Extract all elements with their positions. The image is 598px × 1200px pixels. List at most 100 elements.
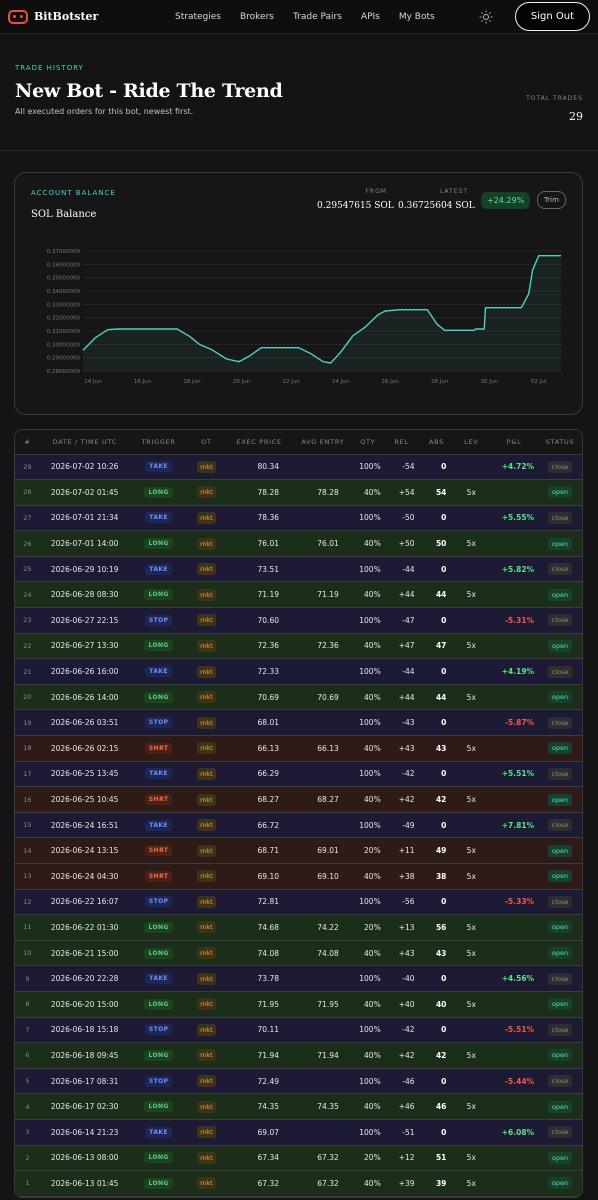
table-row[interactable]: 24 2026-06-28 08:30 LONG mkt 71.19 71.19 40% +4… (15, 581, 582, 609)
cell-trigger: LONG (129, 914, 188, 941)
cell-abs: 44 (420, 684, 453, 711)
x-tick-label: 30 Jun (481, 379, 499, 385)
table-row[interactable]: 11 2026-06-22 01:30 LONG mkt 74.68 74.22 20% +1… (15, 914, 582, 941)
cell-avg-entry: 66.13 (293, 735, 353, 762)
cell-lev (452, 454, 491, 481)
cell-exec-price: 70.11 (225, 1017, 293, 1044)
cell-status: open (538, 940, 582, 967)
table-row[interactable]: 23 2026-06-27 22:15 STOP mkt 70.60 100% -47 0 -5… (15, 607, 582, 634)
cell-avg-entry: 78.28 (293, 479, 353, 506)
cell-num: 12 (15, 889, 40, 916)
brand-logo[interactable]: BitBotster (8, 9, 148, 24)
nav-link-strategies[interactable]: Strategies (175, 12, 221, 22)
col-date: DATE / TIME UTC (39, 430, 130, 455)
status-badge: open (547, 1177, 573, 1190)
cell-trigger: LONG (129, 479, 188, 506)
table-row[interactable]: 21 2026-06-26 16:00 TAKE mkt 72.33 100% -44 0 +4… (15, 658, 582, 685)
x-tick-label: 28 Jun (431, 379, 449, 385)
cell-status: close (538, 607, 582, 634)
order-type-badge: mkt (197, 844, 216, 857)
cell-rel: -43 (382, 709, 421, 737)
cell-trigger: SHRT (129, 837, 188, 864)
cell-lev (452, 965, 491, 992)
table-row[interactable]: 18 2026-06-26 02:15 SHRT mkt 66.13 66.13 40% +4… (15, 735, 582, 762)
trigger-badge: LONG (144, 1049, 173, 1061)
order-type-badge: mkt (197, 947, 216, 960)
cell-num: 15 (15, 812, 40, 839)
table-row[interactable]: 10 2026-06-21 15:00 LONG mkt 74.08 74.08 40% +4… (15, 940, 582, 967)
table-row[interactable]: 22 2026-06-27 13:30 LONG mkt 72.36 72.36 40% +4… (15, 633, 582, 660)
cell-date: 2026-06-13 08:00 (39, 1145, 130, 1172)
nav-link-apis[interactable]: APIs (361, 12, 380, 22)
cell-pnl (490, 1170, 539, 1197)
cell-status: open (538, 1145, 582, 1172)
cell-num: 26 (15, 530, 40, 557)
trigger-badge: LONG (144, 691, 173, 703)
cell-lev (452, 556, 491, 583)
cell-qty: 20% (352, 837, 383, 864)
cell-rel: +44 (382, 684, 421, 711)
table-row[interactable]: 20 2026-06-26 14:00 LONG mkt 70.69 70.69 40% +4… (15, 684, 582, 711)
table-row[interactable]: 19 2026-06-26 03:51 STOP mkt 68.01 100% -43 0 -5… (15, 709, 582, 737)
cell-date: 2026-06-21 15:00 (39, 940, 130, 967)
cell-date: 2026-06-17 02:30 (39, 1093, 130, 1120)
nav-link-brokers[interactable]: Brokers (240, 12, 274, 22)
cell-rel: -47 (382, 607, 421, 634)
cell-exec-price: 67.32 (225, 1170, 293, 1197)
page-title: New Bot - Ride The Trend (15, 80, 283, 102)
cell-date: 2026-06-26 14:00 (39, 684, 130, 711)
table-row[interactable]: 16 2026-06-25 10:45 SHRT mkt 68.27 68.27 40% +4… (15, 786, 582, 813)
table-row[interactable]: 2 2026-06-13 08:00 LONG mkt 67.34 67.32 20% +12… (15, 1145, 582, 1172)
table-row[interactable]: 25 2026-06-29 10:19 TAKE mkt 73.51 100% -44 0 +5… (15, 556, 582, 583)
sign-out-button[interactable]: Sign Out (514, 2, 590, 31)
cell-date: 2026-06-18 15:18 (39, 1017, 130, 1044)
cell-rel: -50 (382, 505, 421, 532)
table-row[interactable]: 4 2026-06-17 02:30 LONG mkt 74.35 74.35 40% +46… (15, 1093, 582, 1120)
trigger-badge: LONG (144, 538, 173, 550)
table-row[interactable]: 6 2026-06-18 09:45 LONG mkt 71.94 71.94 40% +42… (15, 1042, 582, 1069)
order-type-badge: mkt (197, 563, 216, 576)
table-row[interactable]: 13 2026-06-24 04:30 SHRT mkt 69.10 69.10 40% +3… (15, 863, 582, 890)
cell-num: 17 (15, 761, 40, 788)
table-row[interactable]: 26 2026-07-01 14:00 LONG mkt 76.01 76.01 40% +5… (15, 530, 582, 557)
cell-status: open (538, 786, 582, 813)
table-row[interactable]: 8 2026-06-20 15:00 LONG mkt 71.95 71.95 40% +40… (15, 991, 582, 1018)
table-row[interactable]: 3 2026-06-14 21:23 TAKE mkt 69.07 100% -51 0 +6.… (15, 1119, 582, 1146)
nav-link-trade-pairs[interactable]: Trade Pairs (293, 12, 342, 22)
table-row[interactable]: 7 2026-06-18 15:18 STOP mkt 70.11 100% -42 0 -5.… (15, 1017, 582, 1044)
cell-num: 23 (15, 607, 40, 634)
table-row[interactable]: 17 2026-06-25 13:45 TAKE mkt 66.29 100% -42 0 +5… (15, 761, 582, 788)
status-badge: close (547, 1023, 573, 1036)
table-row[interactable]: 28 2026-07-02 01:45 LONG mkt 78.28 78.28 40% +5… (15, 479, 582, 506)
cell-status: close (538, 761, 582, 788)
cell-trigger: STOP (129, 889, 188, 916)
table-row[interactable]: 15 2026-06-24 16:51 TAKE mkt 66.72 100% -49 0 +7… (15, 812, 582, 839)
trigger-badge: STOP (144, 1075, 173, 1087)
table-row[interactable]: 1 2026-06-13 01:45 LONG mkt 67.32 67.32 40% +39… (15, 1170, 582, 1197)
table-row[interactable]: 9 2026-06-20 22:28 TAKE mkt 73.78 100% -40 0 +4.… (15, 965, 582, 992)
nav-link-my-bots[interactable]: My Bots (399, 12, 435, 22)
cell-pnl: -5.31% (490, 607, 539, 634)
cell-avg-entry (293, 658, 353, 685)
cell-num: 14 (15, 837, 40, 864)
cell-num: 5 (15, 1068, 40, 1095)
table-row[interactable]: 14 2026-06-24 13:15 SHRT mkt 68.71 69.01 20% +1… (15, 837, 582, 864)
cell-avg-entry (293, 709, 353, 737)
table-row[interactable]: 12 2026-06-22 16:07 STOP mkt 72.81 100% -56 0 -5… (15, 889, 582, 916)
trigger-badge: LONG (144, 947, 173, 959)
table-row[interactable]: 5 2026-06-17 08:31 STOP mkt 72.49 100% -46 0 -5.… (15, 1068, 582, 1095)
table-row[interactable]: 29 2026-07-02 10:26 TAKE mkt 80.34 100% -54 0 +4… (15, 454, 582, 481)
cell-avg-entry (293, 454, 353, 481)
cell-qty: 20% (352, 1145, 383, 1172)
status-badge: close (547, 819, 573, 832)
cell-abs: 0 (420, 1017, 453, 1044)
cell-pnl: -5.44% (490, 1068, 539, 1095)
table-row[interactable]: 27 2026-07-01 21:34 TAKE mkt 78.36 100% -50 0 +5… (15, 505, 582, 532)
trim-button[interactable]: Trim (537, 191, 566, 209)
cell-date: 2026-06-24 13:15 (39, 837, 130, 864)
sun-icon[interactable] (479, 10, 493, 24)
cell-trigger: TAKE (129, 454, 188, 481)
cell-num: 3 (15, 1119, 40, 1146)
cell-avg-entry: 74.35 (293, 1093, 353, 1120)
cell-ot: mkt (187, 709, 226, 737)
